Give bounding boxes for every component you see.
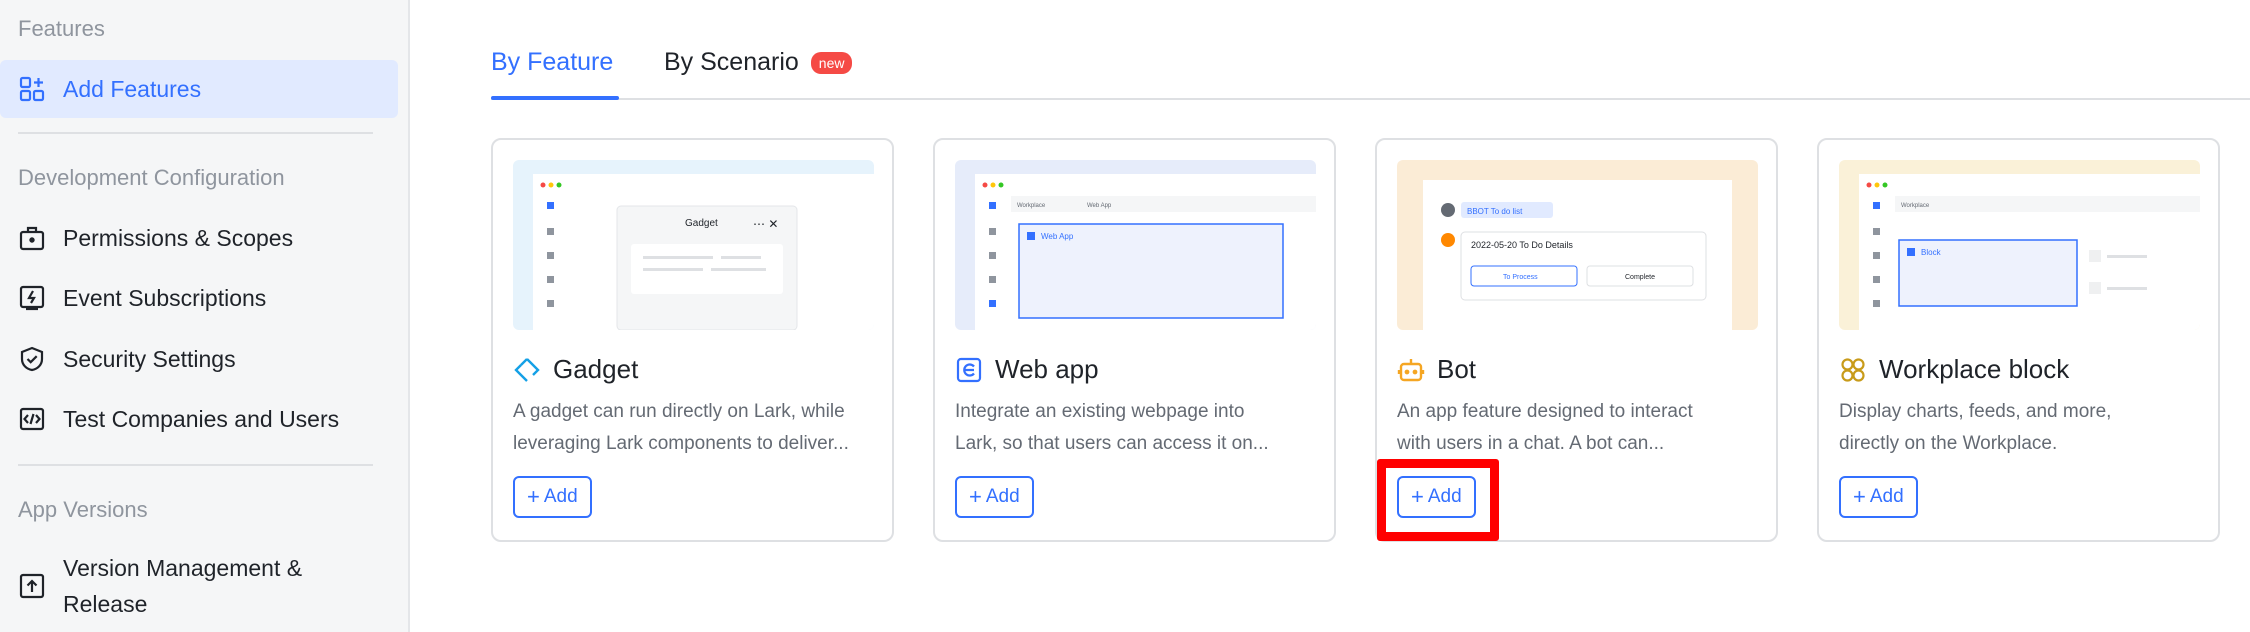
workplace-block-thumbnail: Workplace Block [1839,160,2200,330]
bot-thumbnail: BBOT To do list 2022-05-20 To Do Details… [1397,160,1758,330]
section-features: Features [18,16,105,41]
bot-thumb-btn1: To Process [1503,274,1538,281]
web-thumb-tab1: Workplace [1017,203,1046,209]
web-app-thumbnail: Workplace Web App Web App [955,160,1316,330]
card-desc-line: directly on the Workplace. [1839,433,2058,454]
gadget-icon [513,356,541,384]
sidebar-item-label: Add Features [63,75,202,102]
add-button-label: Add [543,486,578,507]
card-desc-line: An app feature designed to interact [1397,401,1693,422]
plus-icon: + [527,484,540,509]
card-title: Bot [1397,354,1476,385]
bot-icon [1397,356,1425,384]
divider [18,132,373,134]
feature-card-workplace-block: Workplace Block Workplace block Display … [1817,138,2220,542]
feature-card-gadget: Gadget ⋯ ✕ Gadget A gadget can run direc… [491,138,894,542]
plus-icon: + [969,484,982,509]
bot-thumb-chip: BBOT To do list [1467,207,1523,216]
tab-by-feature[interactable]: By Feature [491,48,613,77]
card-title: Web app [955,354,1099,385]
gadget-thumbnail: Gadget ⋯ ✕ [513,160,874,330]
add-web-app-button[interactable]: + Add [955,476,1034,518]
card-desc-line: Display charts, feeds, and more, [1839,401,2112,422]
add-button-label: Add [985,486,1020,507]
version-label-line1: Version Management & [63,555,303,581]
bot-thumb-row: 2022-05-20 To Do Details [1471,240,1573,250]
workplace-block-icon [1839,356,1867,384]
sidebar-item-test-companies[interactable]: Test Companies and Users [0,390,398,448]
card-title-text: Bot [1437,354,1477,384]
web-thumb-label: Web App [1041,232,1074,241]
bot-thumb-btn2: Complete [1625,274,1655,281]
version-label-line2: Release [63,591,148,617]
svg-text:⋯ ✕: ⋯ ✕ [753,217,778,231]
card-desc-line: leveraging Lark components to deliver... [513,433,849,454]
section-app-versions: App Versions [18,497,148,522]
card-title-text: Gadget [553,354,639,384]
sidebar-item-label: Event Subscriptions [63,284,267,311]
sidebar-item-label: Permissions & Scopes [63,224,294,251]
card-description: Display charts, feeds, and more, directl… [1839,396,2201,460]
code-icon [18,405,46,433]
card-title: Gadget [513,354,638,385]
card-desc-line: Lark, so that users can access it on... [955,433,1269,454]
sidebar-item-version-management[interactable]: Version Management & Release [0,540,398,632]
feature-card-web-app: Workplace Web App Web App Web app Integr… [933,138,1336,542]
divider [18,464,373,466]
tab-label: By Feature [491,48,614,76]
web-app-icon [955,356,983,384]
briefcase-icon [18,224,46,252]
sidebar-item-events[interactable]: Event Subscriptions [0,269,398,327]
card-title: Workplace block [1839,354,2069,385]
upload-icon [18,572,46,600]
highlight-box [1377,459,1499,541]
sidebar-item-permissions[interactable]: Permissions & Scopes [0,209,398,267]
card-description: A gadget can run directly on Lark, while… [513,396,875,460]
card-desc-line: A gadget can run directly on Lark, while [513,401,845,422]
active-tab-indicator [491,96,619,100]
card-description: Integrate an existing webpage into Lark,… [955,396,1317,460]
add-gadget-button[interactable]: + Add [513,476,592,518]
card-desc-line: Integrate an existing webpage into [955,401,1245,422]
add-workplace-block-button[interactable]: + Add [1839,476,1918,518]
card-description: An app feature designed to interact with… [1397,396,1759,460]
sidebar-item-security[interactable]: Security Settings [0,330,398,388]
section-dev-config: Development Configuration [18,165,285,190]
sidebar-item-add-features[interactable]: Add Features [0,60,398,118]
plus-icon: + [1853,484,1866,509]
tab-by-scenario[interactable]: By Scenario new [664,48,853,77]
add-features-icon [18,75,46,103]
sidebar-item-label: Security Settings [63,345,236,372]
block-thumb-label: Block [1921,248,1942,257]
web-thumb-tab2: Web App [1087,203,1112,209]
tab-label: By Scenario [664,48,799,76]
card-title-text: Workplace block [1879,354,2070,384]
sidebar-item-label: Version Management & Release [63,550,302,622]
gadget-thumb-label: Gadget [685,218,718,229]
add-button-label: Add [1869,486,1904,507]
sidebar: Features Add Features Development Config… [0,0,410,632]
sidebar-item-label: Test Companies and Users [63,405,340,432]
event-icon [18,284,46,312]
feature-tabs: By Feature By Scenario new [491,38,2250,100]
card-title-text: Web app [995,354,1099,384]
card-desc-line: with users in a chat. A bot can... [1397,433,1665,454]
new-badge: new [810,51,853,74]
shield-icon [18,345,46,373]
block-thumb-tab1: Workplace [1901,203,1930,209]
